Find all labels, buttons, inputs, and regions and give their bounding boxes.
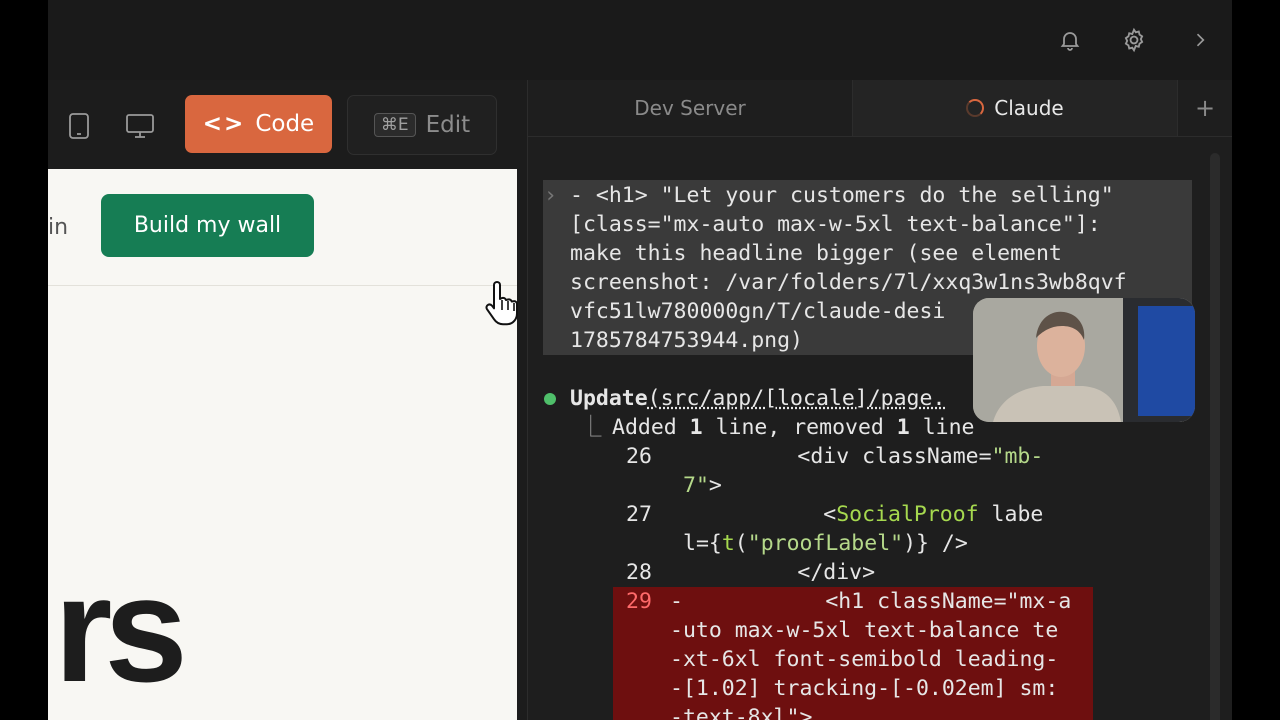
sign-in-link[interactable]: in [48, 215, 68, 240]
build-my-wall-button[interactable]: Build my wall [101, 194, 314, 257]
gear-icon[interactable] [1118, 24, 1150, 56]
terminal-scrollbar[interactable] [1210, 153, 1220, 720]
code-line: </div> [655, 560, 876, 585]
update-label: Update [570, 386, 648, 411]
tab-claude-label: Claude [994, 96, 1064, 120]
prompt-marker: › [544, 183, 557, 208]
deleted-code-line: -text-8xl"> [670, 705, 813, 720]
edit-mode-button[interactable]: ⌘E Edit [347, 95, 497, 155]
diff-summary: Added 1 line, removed 1 line [612, 415, 975, 440]
bell-icon[interactable] [1054, 24, 1086, 56]
tablet-icon[interactable] [61, 108, 97, 144]
hero-headline[interactable]: rs [54, 554, 188, 704]
prompt-line: vfc51lw780000gn/T/claude-desi [570, 299, 946, 324]
design-panel: <> Code ⌘E Edit in Build my wall rs [48, 80, 528, 720]
line-number: 28 [626, 560, 652, 585]
update-line: Update(src/app/[locale]/page. [570, 384, 945, 413]
code-button-label: Code [255, 111, 315, 137]
prompt-line: screenshot: /var/folders/7l/xxq3w1ns3wb8… [570, 270, 1127, 295]
preview-toolbar: <> Code ⌘E Edit [48, 80, 528, 170]
line-number: 27 [626, 502, 652, 527]
code-brackets-icon: <> [202, 111, 246, 137]
hand-cursor-icon [483, 278, 525, 330]
desktop-icon[interactable] [122, 108, 158, 144]
code-mode-button[interactable]: <> Code [185, 95, 332, 153]
code-line: <div className="mb- [655, 444, 1044, 469]
prompt-line: [class="mx-auto max-w-5xl text-balance"]… [570, 212, 1101, 237]
prompt-line: 1785784753944.png) [570, 328, 803, 353]
code-line: <SocialProof labe [655, 502, 1044, 527]
chevron-right-icon[interactable] [1184, 24, 1216, 56]
prompt-line: - <h1> "Let your customers do the sellin… [570, 183, 1114, 208]
deleted-code-line: - <h1 className="mx-a [670, 589, 1072, 614]
add-tab-button[interactable]: + [1178, 80, 1232, 136]
edit-shortcut-key: ⌘E [373, 113, 416, 137]
tab-claude[interactable]: Claude [853, 80, 1178, 136]
preview-nav: in Build my wall [48, 169, 517, 286]
tree-branch-icon: ⎿ [580, 415, 602, 440]
line-number: 29 [626, 589, 652, 614]
webcam-overlay [973, 298, 1195, 422]
deleted-code-line: -xt-6xl font-semibold leading- [670, 647, 1059, 672]
deleted-code-line: -uto max-w-5xl text-balance te [670, 618, 1059, 643]
terminal-output: › - <h1> "Let your customers do the sell… [528, 137, 1232, 720]
panel-tabs: Dev Server Claude + [528, 80, 1232, 137]
edit-button-label: Edit [425, 112, 471, 138]
status-dot-icon [544, 393, 556, 405]
prompt-line: make this headline bigger (see element [570, 241, 1062, 266]
update-path[interactable]: (src/app/[locale]/page. [648, 386, 946, 411]
loading-spinner-icon [966, 99, 985, 117]
code-line: 7"> [683, 473, 722, 498]
site-preview: in Build my wall rs [48, 169, 517, 720]
tab-dev-server[interactable]: Dev Server [528, 80, 853, 136]
top-bar [48, 0, 1232, 81]
deleted-code-line: -[1.02] tracking-[-0.02em] sm: [670, 676, 1059, 701]
line-number: 26 [626, 444, 652, 469]
code-line: l={t("proofLabel")} /> [683, 531, 968, 556]
